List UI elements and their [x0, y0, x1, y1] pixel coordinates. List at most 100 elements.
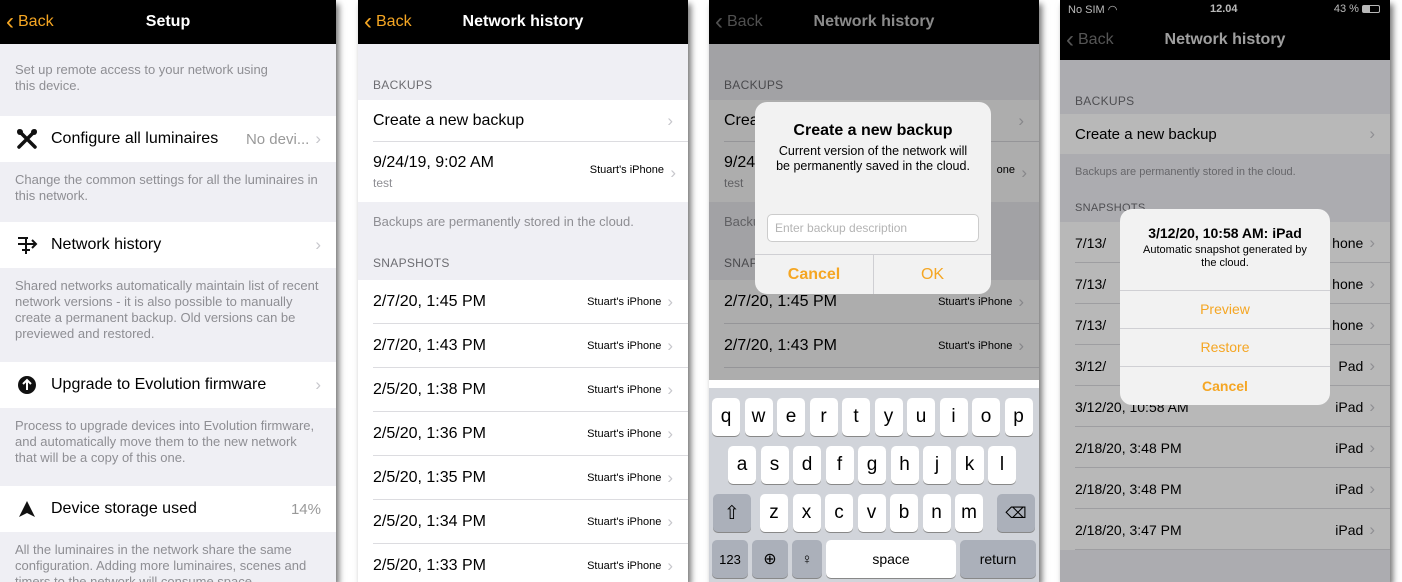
chevron-right-icon: › — [1369, 273, 1375, 293]
chevron-right-icon: › — [667, 292, 673, 311]
snapshot-row[interactable]: 2/5/20, 1:36 PM Stuart's iPhone › — [358, 412, 688, 456]
space-key[interactable]: space — [826, 540, 956, 578]
key-n[interactable]: n — [922, 494, 951, 532]
key-h[interactable]: h — [890, 446, 919, 484]
snapshot-date: 7/13/ — [1075, 275, 1107, 292]
key-p[interactable]: p — [1004, 398, 1033, 436]
snapshot-device: Stuart's iPhone — [587, 560, 662, 572]
key-s[interactable]: s — [760, 446, 789, 484]
chevron-right-icon: › — [667, 336, 673, 355]
key-d[interactable]: d — [793, 446, 821, 484]
chevron-right-icon: › — [1369, 314, 1375, 334]
chevron-right-icon: › — [315, 375, 321, 394]
backup-row[interactable]: 9/24/19, 9:02 AM test Stuart's iPhone › — [358, 142, 688, 202]
key-q[interactable]: q — [712, 398, 740, 436]
chevron-right-icon: › — [1369, 519, 1375, 539]
keyboard: q w e r t y u i o p a s d f g h j k l ⇧ z x c v b n m ⌫ 123 ⊕ ♀ space re… — [709, 388, 1039, 582]
backups-note: Backups are permanently stored in the cl… — [373, 214, 634, 229]
backup-description-input[interactable]: Enter backup description — [767, 214, 979, 242]
create-backup-row[interactable]: Create a new backup › — [1060, 114, 1390, 154]
sheet-cancel-button[interactable]: Cancel — [1120, 367, 1330, 405]
snapshot-date: 3/12/ — [1075, 357, 1107, 374]
back-button[interactable]: ‹ Back — [715, 0, 763, 44]
delete-key[interactable]: ⌫ — [997, 494, 1035, 532]
key-k[interactable]: k — [955, 446, 984, 484]
chevron-right-icon: › — [667, 111, 673, 130]
network-history-screen: ‹ Back Network history BACKUPS Create a n… — [358, 0, 688, 582]
create-backup-row[interactable]: Create a new backup › — [358, 100, 688, 142]
key-e[interactable]: e — [777, 398, 805, 436]
battery-icon — [1362, 5, 1380, 14]
snapshot-row[interactable]: 2/5/20, 1:33 PM Stuart's iPhone › — [358, 544, 688, 582]
configure-description: Change the common settings for all the l… — [15, 172, 318, 203]
snapshot-row[interactable]: 2/18/20, 3:48 PM iPad › — [1060, 427, 1390, 468]
alert-title: Create a new backup — [793, 122, 953, 139]
key-a[interactable]: a — [728, 446, 756, 484]
snapshot-date: 2/18/20, 3:48 PM — [1075, 480, 1182, 497]
key-c[interactable]: c — [825, 494, 853, 532]
chevron-right-icon: › — [1369, 396, 1375, 416]
network-history-icon — [15, 234, 39, 256]
key-t[interactable]: t — [842, 398, 870, 436]
key-b[interactable]: b — [890, 494, 918, 532]
chevron-left-icon: ‹ — [1066, 26, 1074, 53]
key-o[interactable]: o — [972, 398, 1000, 436]
chevron-right-icon: › — [1369, 478, 1375, 498]
snapshot-device: Stuart's iPhone — [938, 296, 1013, 308]
device-storage-row: Device storage used 14% — [0, 486, 336, 532]
key-w[interactable]: w — [744, 398, 773, 436]
ok-button[interactable]: OK — [874, 255, 991, 294]
cancel-button[interactable]: Cancel — [755, 255, 873, 294]
back-button[interactable]: ‹ Back — [6, 0, 54, 44]
configure-luminaires-row[interactable]: Configure all luminaires No devi... › — [0, 116, 336, 162]
back-button[interactable]: ‹ Back — [364, 0, 412, 44]
preview-button[interactable]: Preview — [1120, 291, 1330, 328]
numbers-key[interactable]: 123 — [712, 540, 748, 578]
key-z[interactable]: z — [760, 494, 788, 532]
microphone-icon: ♀ — [801, 550, 813, 568]
shift-icon: ⇧ — [724, 502, 740, 524]
microphone-key[interactable]: ♀ — [792, 540, 822, 578]
snapshot-row[interactable]: 2/7/20, 1:45 PM Stuart's iPhone › — [358, 280, 688, 324]
key-u[interactable]: u — [907, 398, 935, 436]
snapshot-row[interactable]: 2/7/20, 1:43 PM Stuart's iPhone › — [709, 324, 1039, 368]
snapshot-device: hone — [1332, 316, 1364, 333]
key-x[interactable]: x — [792, 494, 821, 532]
snapshot-row[interactable]: 2/5/20, 1:38 PM Stuart's iPhone › — [358, 368, 688, 412]
snapshot-action-screen: No SIM ◠ 12.04 43 % ‹ Back Network histor… — [1060, 0, 1390, 582]
key-f[interactable]: f — [825, 446, 854, 484]
snapshot-date: 2/7/20, 1:43 PM — [724, 337, 837, 354]
key-r[interactable]: r — [809, 398, 838, 436]
back-button[interactable]: ‹ Back — [1066, 20, 1114, 60]
key-j[interactable]: j — [923, 446, 951, 484]
snapshot-device: Stuart's iPhone — [587, 384, 662, 396]
snapshot-action-sheet: 3/12/20, 10:58 AM: iPad Automatic snapsh… — [1120, 209, 1330, 405]
page-title: Setup — [145, 13, 191, 30]
nav-bar: ‹ Back Network history — [709, 0, 1039, 44]
return-key[interactable]: return — [960, 540, 1036, 578]
upgrade-firmware-row[interactable]: Upgrade to Evolution firmware › — [0, 362, 336, 408]
chevron-right-icon: › — [667, 512, 673, 531]
restore-button[interactable]: Restore — [1120, 329, 1330, 366]
globe-key[interactable]: ⊕ — [752, 540, 788, 578]
snapshot-row[interactable]: 2/7/20, 1:43 PM Stuart's iPhone › — [358, 324, 688, 368]
key-l[interactable]: l — [988, 446, 1016, 484]
snapshot-row[interactable]: 2/18/20, 3:48 PM iPad › — [1060, 468, 1390, 509]
key-v[interactable]: v — [857, 494, 886, 532]
chevron-right-icon: › — [1021, 163, 1027, 182]
chevron-right-icon: › — [1018, 111, 1024, 130]
carrier-label: No SIM ◠ — [1068, 4, 1118, 16]
network-history-row[interactable]: Network history › — [0, 222, 336, 268]
snapshot-row[interactable]: 2/5/20, 1:34 PM Stuart's iPhone › — [358, 500, 688, 544]
backups-header: BACKUPS — [724, 78, 784, 92]
key-m[interactable]: m — [955, 494, 983, 532]
snapshot-row[interactable]: 2/5/20, 1:35 PM Stuart's iPhone › — [358, 456, 688, 500]
snapshot-row[interactable]: 2/18/20, 3:47 PM iPad › — [1060, 509, 1390, 550]
key-g[interactable]: g — [858, 446, 886, 484]
snapshot-device: Stuart's iPhone — [938, 340, 1013, 352]
backups-header: BACKUPS — [1075, 94, 1135, 108]
shift-key[interactable]: ⇧ — [713, 494, 751, 532]
key-y[interactable]: y — [874, 398, 903, 436]
key-i[interactable]: i — [939, 398, 968, 436]
storage-triangle-icon — [15, 500, 39, 518]
